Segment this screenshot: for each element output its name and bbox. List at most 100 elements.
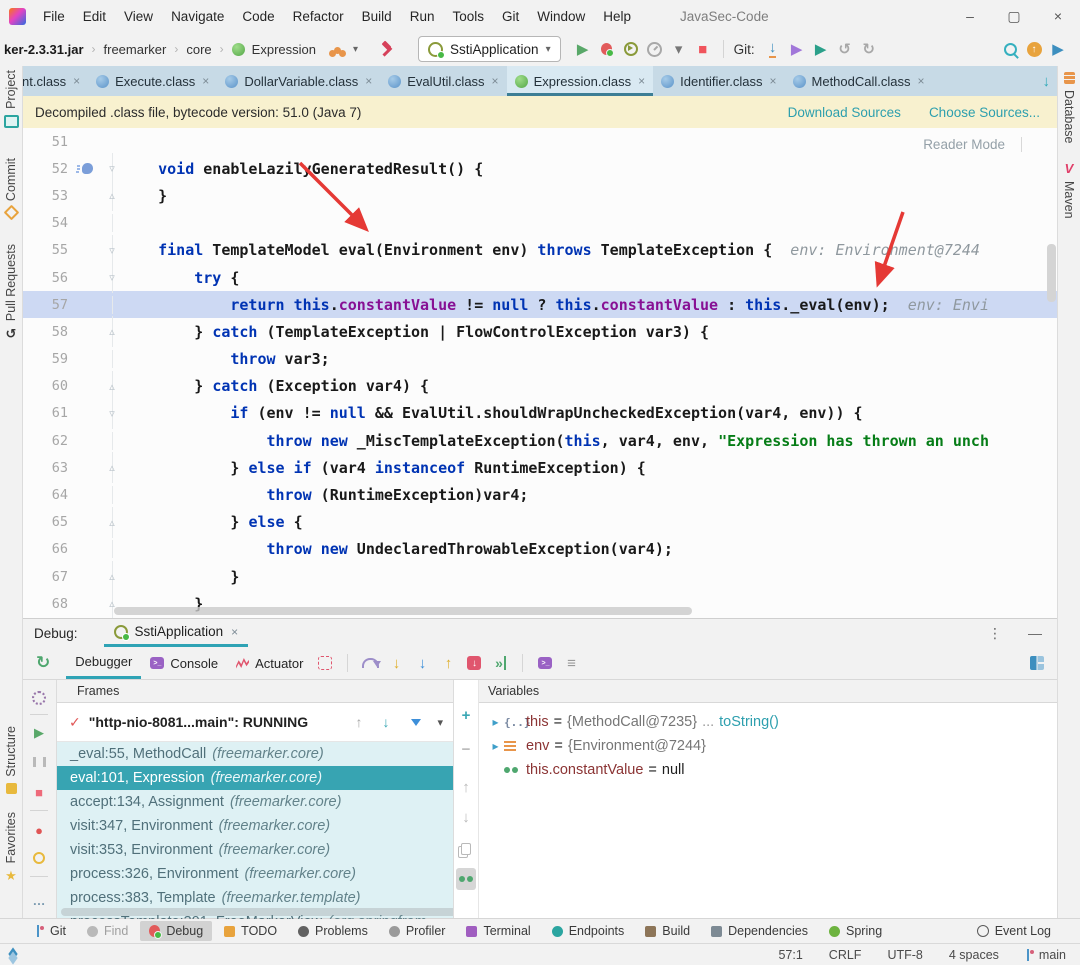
move-down-button[interactable]: ↓ bbox=[462, 809, 470, 826]
fold-icon[interactable]: ▿ bbox=[102, 271, 122, 284]
line-number[interactable]: 61 bbox=[22, 405, 72, 421]
rerun-button[interactable]: ↻ bbox=[36, 653, 50, 673]
duplicate-watch-button[interactable] bbox=[461, 843, 471, 855]
vertical-scrollbar[interactable] bbox=[1047, 244, 1056, 302]
force-step-into-button[interactable]: ↓ bbox=[419, 656, 427, 671]
history-forward-button[interactable]: ↻ bbox=[862, 42, 875, 57]
debug-session-tab[interactable]: SstiApplication × bbox=[104, 619, 249, 647]
menu-item-edit[interactable]: Edit bbox=[74, 9, 115, 24]
stack-frame[interactable]: process:383, Template(freemarker.templat… bbox=[57, 886, 453, 910]
editor-tab-nt-class[interactable]: nt.class× bbox=[22, 66, 88, 96]
layers-icon[interactable] bbox=[9, 950, 19, 960]
profiler-caret[interactable]: ▾ bbox=[675, 42, 683, 57]
tool-profiler[interactable]: Profiler bbox=[380, 921, 455, 941]
editor-tab-execute-class[interactable]: Execute.class× bbox=[88, 66, 217, 96]
menu-item-run[interactable]: Run bbox=[401, 9, 444, 24]
line-number[interactable]: 52 bbox=[22, 161, 72, 177]
menu-item-help[interactable]: Help bbox=[594, 9, 640, 24]
git-branch-widget[interactable]: main bbox=[1025, 948, 1066, 962]
editor-tab-methodcall-class[interactable]: MethodCall.class× bbox=[785, 66, 933, 96]
run-config-select[interactable]: SstiApplication ▾ bbox=[418, 36, 561, 62]
link-choose-sources[interactable]: Choose Sources... bbox=[929, 105, 1040, 120]
line-number[interactable]: 58 bbox=[22, 324, 72, 340]
close-button[interactable]: × bbox=[1036, 8, 1080, 24]
menu-item-build[interactable]: Build bbox=[353, 9, 401, 24]
line-number[interactable]: 60 bbox=[22, 378, 72, 394]
line-number[interactable]: 54 bbox=[22, 215, 72, 231]
caret-position[interactable]: 57:1 bbox=[778, 948, 802, 962]
tool-find[interactable]: Find bbox=[78, 921, 137, 941]
show-watches-button[interactable] bbox=[459, 876, 465, 882]
debug-button[interactable] bbox=[601, 43, 612, 55]
editor-tab-evalutil-class[interactable]: EvalUtil.class× bbox=[380, 66, 506, 96]
next-frame-icon[interactable]: ↓ bbox=[382, 714, 389, 730]
expand-chevron-icon[interactable]: ▸ bbox=[487, 715, 504, 729]
menu-item-view[interactable]: View bbox=[115, 9, 162, 24]
stop-button[interactable]: ■ bbox=[698, 42, 707, 57]
line-number[interactable]: 51 bbox=[22, 134, 72, 150]
settings-gear-icon[interactable] bbox=[32, 691, 46, 705]
tool-endpoints[interactable]: Endpoints bbox=[543, 921, 634, 941]
fold-icon[interactable]: ▵ bbox=[102, 380, 122, 393]
tostring-link[interactable]: toString() bbox=[719, 714, 779, 730]
tool-dependencies[interactable]: Dependencies bbox=[702, 921, 817, 941]
line-number[interactable]: 59 bbox=[22, 351, 72, 367]
evaluate-expression-button[interactable]: >_ bbox=[538, 657, 552, 669]
debug-tab-actuator[interactable]: Actuator bbox=[227, 647, 312, 679]
line-number[interactable]: 62 bbox=[22, 433, 72, 449]
fold-icon[interactable]: ▵ bbox=[102, 461, 122, 474]
line-number[interactable]: 67 bbox=[22, 569, 72, 585]
fold-icon[interactable]: ▵ bbox=[102, 516, 122, 529]
step-out-button[interactable]: ↑ bbox=[445, 656, 453, 671]
chevron-down-icon[interactable]: ▾ bbox=[437, 716, 443, 729]
push-button[interactable]: ▶ bbox=[791, 42, 803, 57]
stack-frame[interactable]: visit:353, Environment(freemarker.core) bbox=[57, 838, 453, 862]
debug-tab-debugger[interactable]: Debugger bbox=[66, 647, 141, 679]
stack-frame[interactable]: accept:134, Assignment(freemarker.core) bbox=[57, 790, 453, 814]
stack-frame[interactable]: processTemplate:391, FreeMarkerView(org.… bbox=[57, 910, 453, 919]
horizontal-scrollbar[interactable] bbox=[114, 607, 692, 615]
previous-frame-icon[interactable]: ↑ bbox=[355, 714, 362, 730]
fold-icon[interactable]: ▵ bbox=[102, 597, 122, 610]
menu-item-file[interactable]: File bbox=[34, 9, 74, 24]
tool-event-log[interactable]: Event Log bbox=[968, 921, 1060, 941]
stripe-item-database[interactable]: Database bbox=[1058, 72, 1080, 144]
tool-terminal[interactable]: Terminal bbox=[457, 921, 539, 941]
resume-button[interactable]: ▶ bbox=[34, 726, 44, 739]
close-icon[interactable]: × bbox=[365, 74, 372, 88]
update-project-button[interactable]: ↓ bbox=[769, 40, 777, 58]
maximize-button[interactable]: ▢ bbox=[992, 8, 1036, 25]
tool-todo[interactable]: TODO bbox=[215, 921, 286, 941]
menu-item-refactor[interactable]: Refactor bbox=[284, 9, 353, 24]
menu-item-tools[interactable]: Tools bbox=[443, 9, 493, 24]
minimize-button[interactable]: – bbox=[948, 8, 992, 24]
file-encoding[interactable]: UTF-8 bbox=[887, 948, 922, 962]
close-icon[interactable]: × bbox=[918, 74, 925, 88]
breadcrumb-item-freemarker[interactable]: freemarker bbox=[102, 42, 169, 57]
menu-item-code[interactable]: Code bbox=[233, 9, 283, 24]
menu-item-navigate[interactable]: Navigate bbox=[162, 9, 233, 24]
fold-icon[interactable]: ▿ bbox=[102, 407, 122, 420]
add-watch-button[interactable]: + bbox=[462, 707, 471, 724]
fold-icon[interactable]: ▿ bbox=[102, 162, 122, 175]
code-editor[interactable]: 5152▿ void enableLazilyGeneratedResult()… bbox=[22, 128, 1058, 618]
profiler-button[interactable] bbox=[647, 42, 662, 57]
search-everywhere-button[interactable] bbox=[1004, 43, 1017, 56]
variable-row[interactable]: ▸{..}this={MethodCall@7235}...toString() bbox=[479, 710, 1058, 734]
editor-tab-expression-class[interactable]: Expression.class× bbox=[507, 66, 654, 96]
expand-chevron-icon[interactable]: ▸ bbox=[487, 739, 504, 753]
indent-setting[interactable]: 4 spaces bbox=[949, 948, 999, 962]
stripe-item-maven[interactable]: VMaven bbox=[1058, 162, 1080, 219]
gutter-marker-icon[interactable] bbox=[82, 163, 93, 174]
editor-tab-identifier-class[interactable]: Identifier.class× bbox=[653, 66, 784, 96]
remove-watch-button[interactable]: − bbox=[462, 741, 471, 758]
line-number[interactable]: 57 bbox=[22, 297, 72, 313]
tool-build[interactable]: Build bbox=[636, 921, 699, 941]
line-number[interactable]: 64 bbox=[22, 487, 72, 503]
settings-list-icon[interactable]: ≡ bbox=[567, 656, 576, 671]
history-back-button[interactable]: ↺ bbox=[838, 42, 851, 57]
stripe-item-structure[interactable]: Structure bbox=[0, 726, 22, 794]
debug-tab-console[interactable]: >_Console bbox=[141, 647, 227, 679]
ide-update-icon[interactable]: ↑ bbox=[1027, 42, 1042, 57]
stop-button[interactable]: ■ bbox=[35, 786, 43, 799]
